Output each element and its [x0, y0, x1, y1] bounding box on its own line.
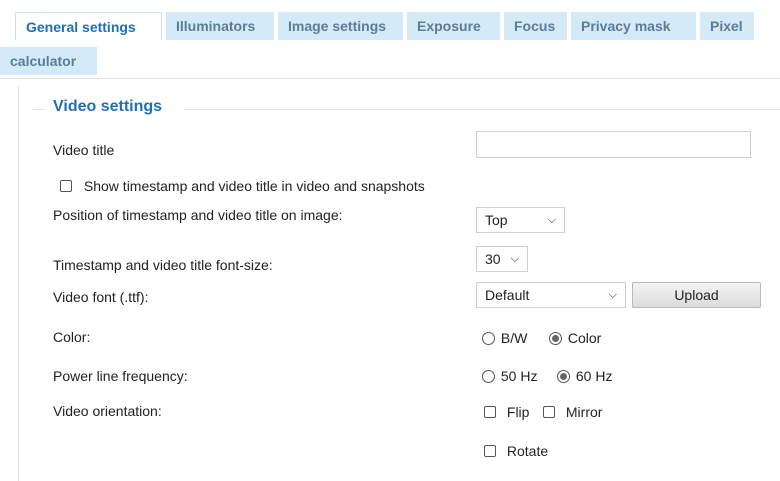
color-color-option[interactable]: Color	[549, 329, 601, 346]
power-line-label: Power line frequency:	[53, 368, 188, 384]
tab-illuminators[interactable]: Illuminators	[166, 12, 274, 40]
tab-divider	[0, 78, 780, 79]
position-label: Position of timestamp and video title on…	[53, 207, 343, 223]
mirror-label: Mirror	[565, 404, 603, 421]
video-title-input[interactable]	[476, 131, 751, 158]
section-divider	[184, 109, 780, 110]
color-bw-option[interactable]: B/W	[482, 329, 527, 346]
font-size-select-value: 30	[485, 251, 501, 267]
upload-button[interactable]: Upload	[632, 282, 761, 308]
timestamp-option[interactable]: Show timestamp and video title in video …	[60, 177, 425, 194]
mirror-checkbox[interactable]	[543, 406, 555, 419]
chevron-down-icon: ⌵	[510, 253, 519, 265]
mirror-option[interactable]: Mirror	[543, 403, 602, 420]
font-size-label: Timestamp and video title font-size:	[53, 257, 273, 273]
rotate-option[interactable]: Rotate	[484, 442, 548, 459]
flip-option[interactable]: Flip	[484, 403, 529, 420]
color-color-radio[interactable]	[549, 331, 562, 345]
timestamp-checkbox[interactable]	[60, 180, 72, 193]
font-size-select[interactable]: 30 ⌵	[476, 246, 528, 272]
orientation-label: Video orientation:	[53, 403, 162, 419]
position-select[interactable]: Top ⌵	[476, 207, 565, 233]
tab-exposure[interactable]: Exposure	[407, 12, 500, 40]
video-font-label: Video font (.ttf):	[53, 289, 149, 305]
chevron-down-icon: ⌵	[547, 214, 556, 226]
tab-general-settings[interactable]: General settings	[15, 12, 162, 40]
power-60hz-radio[interactable]	[557, 369, 570, 383]
color-bw-radio[interactable]	[482, 331, 495, 345]
power-50hz-label: 50 Hz	[500, 368, 538, 385]
power-60hz-label: 60 Hz	[575, 368, 613, 385]
video-title-label: Video title	[53, 142, 115, 158]
tab-pixel-calculator-cont[interactable]: calculator	[0, 47, 97, 75]
tab-pixel-calculator[interactable]: Pixel	[700, 12, 754, 40]
color-bw-label: B/W	[500, 330, 528, 347]
flip-checkbox[interactable]	[484, 406, 496, 419]
power-50hz-option[interactable]: 50 Hz	[482, 367, 537, 384]
power-60hz-option[interactable]: 60 Hz	[557, 367, 612, 384]
video-font-select-value: Default	[485, 287, 530, 303]
power-50hz-radio[interactable]	[482, 369, 495, 383]
tab-image-settings[interactable]: Image settings	[278, 12, 403, 40]
rotate-label: Rotate	[506, 443, 549, 460]
position-select-value: Top	[485, 212, 508, 228]
color-label: Color:	[53, 329, 91, 345]
rotate-checkbox[interactable]	[484, 445, 496, 458]
section-divider-left	[33, 109, 45, 110]
timestamp-checkbox-label: Show timestamp and video title in video …	[83, 178, 425, 195]
chevron-down-icon: ⌵	[608, 289, 617, 301]
video-settings-panel: Video settings Video title Show timestam…	[18, 86, 780, 481]
video-font-select[interactable]: Default ⌵	[476, 282, 626, 308]
flip-label: Flip	[506, 404, 530, 421]
tab-privacy-mask[interactable]: Privacy mask	[571, 12, 696, 40]
tab-focus[interactable]: Focus	[504, 12, 567, 40]
section-title: Video settings	[53, 98, 163, 115]
color-color-label: Color	[567, 330, 602, 347]
